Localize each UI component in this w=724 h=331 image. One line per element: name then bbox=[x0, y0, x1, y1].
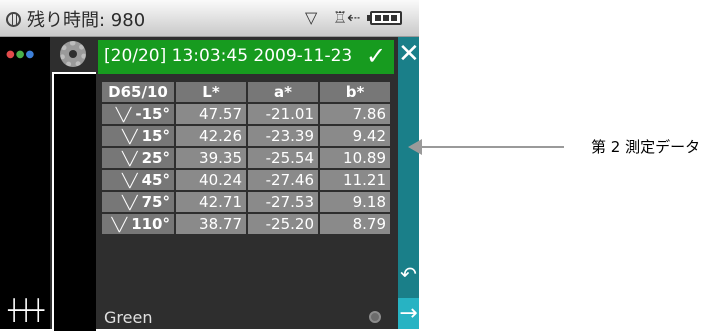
a-cell: -25.54 bbox=[248, 148, 318, 168]
l-cell: 42.71 bbox=[176, 192, 246, 212]
l-cell: 42.26 bbox=[176, 126, 246, 146]
table-header-row: D65/10 L* a* b* bbox=[102, 82, 390, 102]
b-cell: 10.89 bbox=[320, 148, 390, 168]
a-cell: -27.46 bbox=[248, 170, 318, 190]
table-row: ╲╱ 45° 40.24 -27.46 11.21 bbox=[102, 170, 390, 190]
chevron-icon: ╲╱ bbox=[121, 174, 138, 189]
callout-line bbox=[420, 146, 564, 148]
wifi-icon: ▽ bbox=[305, 8, 318, 27]
a-cell: -21.01 bbox=[248, 104, 318, 124]
status-bar: 残り時間: 980 ▽ ♖ ⇠ bbox=[0, 0, 419, 37]
l-cell: 40.24 bbox=[176, 170, 246, 190]
options-dot-icon[interactable] bbox=[369, 311, 381, 323]
color-name: Green bbox=[104, 308, 153, 327]
a-cell: -27.53 bbox=[248, 192, 318, 212]
angle-cell: ╲╱ 75° bbox=[102, 192, 174, 212]
check-icon: ✓ bbox=[366, 42, 387, 70]
column-header: a* bbox=[248, 82, 318, 102]
next-icon[interactable]: → bbox=[398, 298, 419, 329]
angle-cell: ╲╱ 25° bbox=[102, 148, 174, 168]
b-cell: 9.42 bbox=[320, 126, 390, 146]
chevron-icon: ╲╱ bbox=[111, 218, 128, 233]
l-cell: 39.35 bbox=[176, 148, 246, 168]
a-cell: -25.20 bbox=[248, 214, 318, 234]
l-cell: 38.77 bbox=[176, 214, 246, 234]
sliders-icon[interactable]: ┼┼┼ bbox=[8, 298, 44, 322]
battery-icon bbox=[367, 11, 402, 25]
close-icon[interactable]: ✕ bbox=[398, 39, 420, 69]
globe-icon bbox=[6, 12, 21, 27]
angle-cell: ╲╱ -15° bbox=[102, 104, 174, 124]
chevron-icon: ╲╱ bbox=[121, 196, 138, 211]
table-row: ╲╱ 110° 38.77 -25.20 8.79 bbox=[102, 214, 390, 234]
angle-cell: ╲╱ 15° bbox=[102, 126, 174, 146]
chevron-icon: ╲╱ bbox=[121, 130, 138, 145]
header-text: [20/20] 13:03:45 2009-11-23 bbox=[104, 46, 353, 66]
back-icon[interactable]: ↶ bbox=[398, 262, 419, 286]
b-cell: 7.86 bbox=[320, 104, 390, 124]
b-cell: 9.18 bbox=[320, 192, 390, 212]
table-row: ╲╱ 15° 42.26 -23.39 9.42 bbox=[102, 126, 390, 146]
measurement-header: [20/20] 13:03:45 2009-11-23 ✓ bbox=[98, 40, 394, 74]
angle-cell: ╲╱ 45° bbox=[102, 170, 174, 190]
angle-cell: ╲╱ 110° bbox=[102, 214, 174, 234]
measurement-table: D65/10 L* a* b* ╲╱ -15° 47.57 -21.01 7.86… bbox=[100, 80, 392, 236]
table-row: ╲╱ 75° 42.71 -27.53 9.18 bbox=[102, 192, 390, 212]
connection-icon: ⇠ bbox=[347, 8, 361, 27]
side-panel bbox=[52, 72, 96, 331]
left-column: ●●● bbox=[0, 37, 50, 329]
column-header: b* bbox=[320, 82, 390, 102]
remaining-time: 残り時間: 980 bbox=[6, 6, 145, 32]
b-cell: 11.21 bbox=[320, 170, 390, 190]
chevron-icon: ╲╱ bbox=[121, 152, 138, 167]
dots-icon[interactable]: ●●● bbox=[6, 49, 35, 60]
gear-icon[interactable] bbox=[60, 41, 86, 67]
callout-label: 第 2 測定データ bbox=[591, 138, 701, 156]
a-cell: -23.39 bbox=[248, 126, 318, 146]
b-cell: 8.79 bbox=[320, 214, 390, 234]
usb-icon: ♖ bbox=[333, 8, 348, 27]
column-header: D65/10 bbox=[102, 82, 174, 102]
chevron-icon: ╲╱ bbox=[115, 108, 132, 123]
l-cell: 47.57 bbox=[176, 104, 246, 124]
table-row: ╲╱ 25° 39.35 -25.54 10.89 bbox=[102, 148, 390, 168]
table-row: ╲╱ -15° 47.57 -21.01 7.86 bbox=[102, 104, 390, 124]
column-header: L* bbox=[176, 82, 246, 102]
